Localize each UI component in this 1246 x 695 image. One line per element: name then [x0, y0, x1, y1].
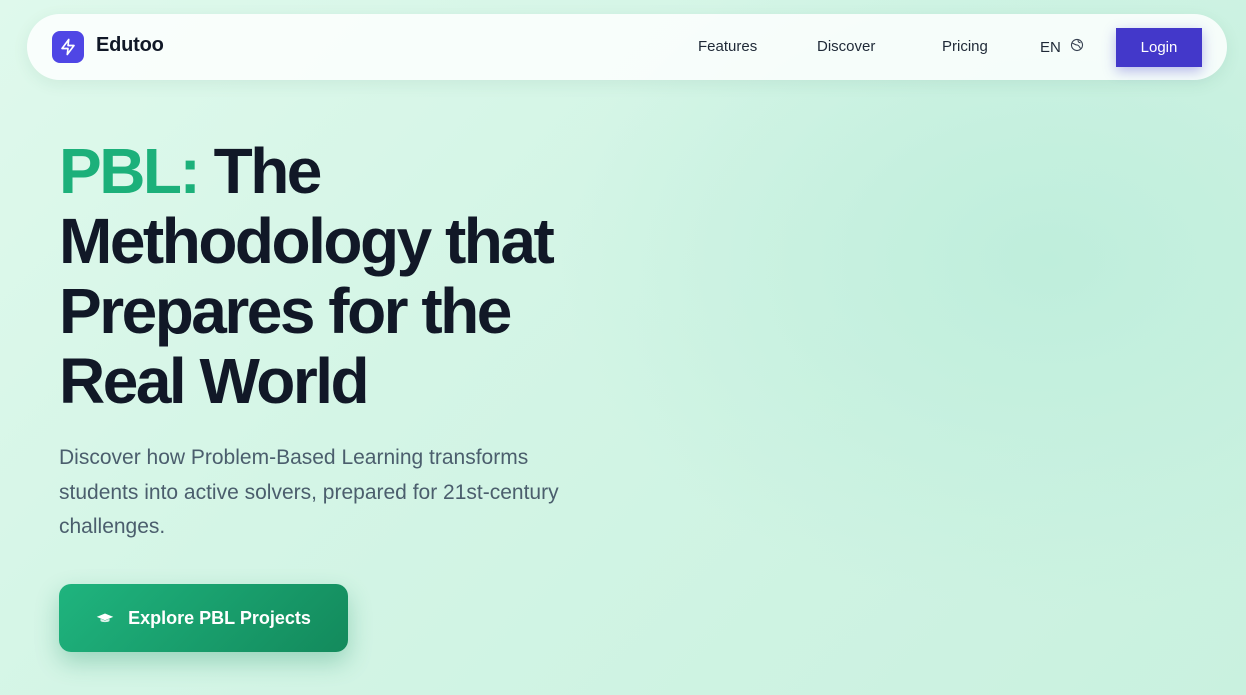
language-selector[interactable]: EN	[1040, 38, 1084, 56]
hero-title: PBL: The Methodology that Prepares for t…	[59, 136, 619, 416]
explore-pbl-projects-button[interactable]: Explore PBL Projects	[59, 584, 348, 652]
brand-name[interactable]: Edutoo	[96, 34, 164, 57]
nav-link-discover[interactable]: Discover	[817, 38, 875, 55]
hero-title-accent: PBL:	[59, 135, 201, 207]
login-button[interactable]: Login	[1116, 28, 1202, 67]
nav-link-features[interactable]: Features	[698, 38, 757, 55]
nav-link-pricing[interactable]: Pricing	[942, 38, 988, 55]
hero-subtitle: Discover how Problem-Based Learning tran…	[59, 446, 559, 538]
graduation-cap-icon	[96, 608, 114, 629]
lightning-bolt-icon[interactable]	[52, 31, 84, 63]
language-code: EN	[1040, 38, 1061, 56]
cta-label: Explore PBL Projects	[128, 607, 311, 628]
globe-icon	[1070, 38, 1084, 56]
top-navbar: Edutoo Features Discover Pricing EN Logi…	[27, 14, 1227, 80]
